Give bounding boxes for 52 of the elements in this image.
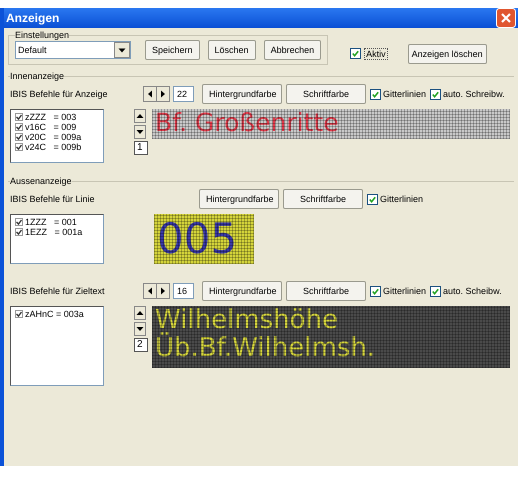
command-item[interactable]: 1EZZ = 001a [25,227,82,237]
list-label: IBIS Befehle für Zieltext [10,286,106,296]
group-label: Innenanzeige [10,71,64,81]
clear-displays-button[interactable]: Anzeigen löschen [408,44,487,64]
settings-button[interactable]: Löschen [208,40,256,60]
display-text: 005 [157,218,238,260]
display-text: Wilhelmshöhe [155,307,338,333]
group-label: Aussenanzeige [10,176,72,186]
command-item[interactable]: v20C = 009a [25,132,82,142]
list-label: IBIS Befehle für Anzeige [10,89,109,99]
command-checkbox[interactable] [15,133,23,141]
command-item[interactable]: zAHnC = 003a [25,309,84,319]
option-checkbox[interactable] [430,88,442,100]
preset-dropdown[interactable]: Default [15,41,131,59]
checkbox-label[interactable]: Gitterlinien [383,89,426,99]
command-item[interactable]: v16C = 009 [25,122,76,132]
color-button[interactable]: Hintergrundfarbe [202,281,282,301]
command-checkbox[interactable] [15,310,23,318]
list-label: IBIS Befehle für Linie [10,194,96,204]
font-size-field[interactable]: 22 [173,86,194,102]
option-checkbox[interactable] [367,194,378,204]
command-checkbox[interactable] [15,228,23,236]
command-item[interactable]: zZZZ = 003 [25,112,76,122]
command-item[interactable]: 1ZZZ = 001 [25,217,77,227]
font-size-field[interactable]: 16 [173,283,194,299]
option-checkbox[interactable] [370,286,381,296]
command-checkbox[interactable] [15,113,23,121]
command-checkbox[interactable] [15,123,23,131]
display-text: Bf. Großenritte [155,110,340,135]
checkbox-label[interactable]: Aktiv [364,48,388,60]
line-number-field[interactable]: 1 [134,141,148,155]
settings-button[interactable]: Abbrechen [264,40,322,60]
command-checkbox[interactable] [15,218,23,226]
color-button[interactable]: Schriftfarbe [286,281,366,301]
close-icon[interactable] [496,8,516,28]
checkbox-label[interactable]: Gitterlinien [380,194,424,204]
command-checkbox[interactable] [15,143,23,151]
window-title: Anzeigen [6,11,60,25]
color-button[interactable]: Hintergrundfarbe [199,189,279,209]
color-button[interactable]: Schriftfarbe [286,84,366,104]
checkbox-label[interactable]: auto. Scheibw. [443,286,502,296]
group-label: Einstellungen [15,30,70,40]
color-button[interactable]: Hintergrundfarbe [202,84,282,104]
color-button[interactable]: Schriftfarbe [283,189,363,209]
settings-button[interactable]: Speichern [145,40,200,60]
line-number-field[interactable]: 2 [134,338,148,352]
option-checkbox[interactable] [430,286,442,296]
checkbox-label[interactable]: auto. Schreibw. [443,89,505,99]
checkbox-label[interactable]: Gitterlinien [383,286,426,296]
active-checkbox[interactable] [350,48,362,59]
command-item[interactable]: v24C = 009b [25,142,82,152]
option-checkbox[interactable] [370,88,381,100]
